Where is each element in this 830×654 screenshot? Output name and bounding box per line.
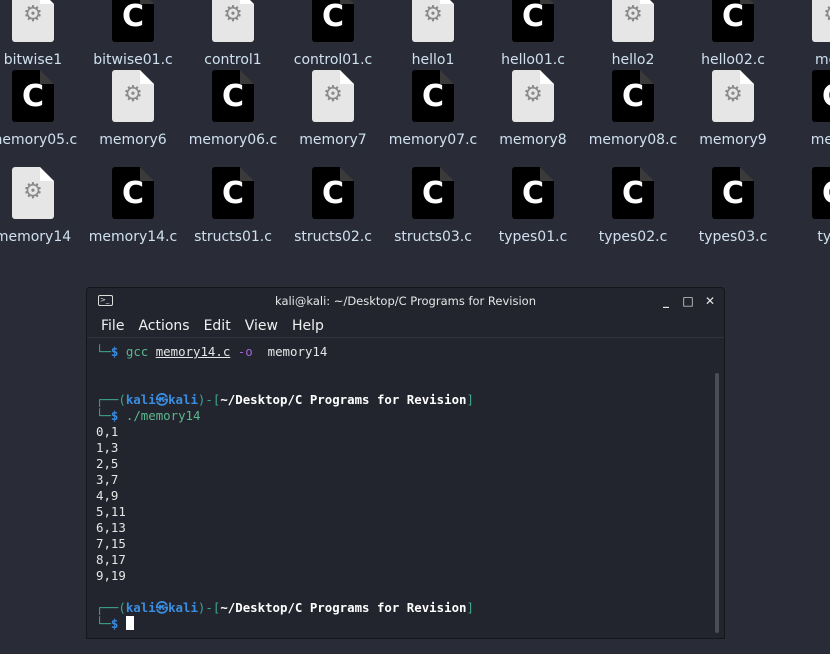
- output-line: 4,9: [96, 488, 119, 503]
- menu-bar: File Actions Edit View Help: [87, 314, 724, 338]
- file-label: memo: [810, 132, 830, 148]
- title-bar[interactable]: >_ kali@kali: ~/Desktop/C Programs for R…: [87, 288, 724, 314]
- c-file-icon: C: [812, 167, 830, 219]
- window-title: kali@kali: ~/Desktop/C Programs for Revi…: [274, 294, 536, 308]
- c-file-icon: C: [612, 167, 654, 219]
- minimize-button[interactable]: _: [660, 288, 672, 314]
- file-icon-item[interactable]: Cmemo: [783, 70, 830, 148]
- output-line: 9,19: [96, 568, 126, 583]
- c-file-icon: C: [212, 70, 254, 122]
- c-file-icon: C: [212, 167, 254, 219]
- menu-help[interactable]: Help: [292, 314, 324, 337]
- c-file-icon: C: [512, 167, 554, 219]
- c-file-icon: C: [312, 167, 354, 219]
- c-file-icon: C: [412, 167, 454, 219]
- executable-gear-icon: ⚙: [712, 70, 754, 122]
- c-file-icon: C: [712, 167, 754, 219]
- output-line: 2,5: [96, 456, 119, 471]
- maximize-button[interactable]: □: [682, 288, 694, 314]
- command-line: └─$ gcc memory14.c -o memory14: [96, 344, 328, 359]
- output-line: 7,15: [96, 536, 126, 551]
- output-line: 0,1: [96, 424, 119, 439]
- c-file-icon: C: [112, 167, 154, 219]
- file-icon-item[interactable]: ⚙ mem: [783, 0, 830, 68]
- terminal-output[interactable]: └─$ gcc memory14.c -o memory14 ┌──(kali㉿…: [96, 344, 474, 632]
- menu-actions[interactable]: Actions: [138, 314, 189, 337]
- executable-gear-icon: ⚙: [12, 0, 54, 42]
- c-file-icon: C: [412, 70, 454, 122]
- cursor: [125, 616, 134, 630]
- c-file-icon: C: [712, 0, 754, 42]
- menu-edit[interactable]: Edit: [204, 314, 231, 337]
- file-label: type: [817, 229, 830, 245]
- c-file-icon: C: [112, 0, 154, 42]
- executable-gear-icon: ⚙: [812, 0, 830, 42]
- executable-gear-icon: ⚙: [412, 0, 454, 42]
- close-button[interactable]: ✕: [704, 288, 716, 314]
- menu-file[interactable]: File: [101, 314, 124, 337]
- executable-gear-icon: ⚙: [112, 70, 154, 122]
- menu-view[interactable]: View: [245, 314, 278, 337]
- input-line[interactable]: └─$: [96, 616, 474, 632]
- output-line: 5,11: [96, 504, 126, 519]
- scrollbar[interactable]: [715, 373, 719, 633]
- output-line: 1,3: [96, 440, 119, 455]
- output-line: 6,13: [96, 520, 126, 535]
- executable-gear-icon: ⚙: [212, 0, 254, 42]
- c-file-icon: C: [512, 0, 554, 42]
- executable-gear-icon: ⚙: [12, 167, 54, 219]
- prompt-line: ┌──(kali㉿kali)-[~/Desktop/C Programs for…: [96, 600, 474, 615]
- c-file-icon: C: [12, 70, 54, 122]
- file-icon-item[interactable]: Ctype: [783, 167, 830, 245]
- executable-gear-icon: ⚙: [512, 70, 554, 122]
- file-label: mem: [815, 52, 830, 68]
- terminal-window[interactable]: >_ kali@kali: ~/Desktop/C Programs for R…: [86, 287, 725, 639]
- prompt-line: ┌──(kali㉿kali)-[~/Desktop/C Programs for…: [96, 392, 474, 407]
- c-file-icon: C: [812, 70, 830, 122]
- executable-gear-icon: ⚙: [612, 0, 654, 42]
- terminal-icon: >_: [98, 295, 113, 306]
- c-file-icon: C: [612, 70, 654, 122]
- command-line: └─$ ./memory14: [96, 408, 201, 423]
- c-file-icon: C: [312, 0, 354, 42]
- output-line: 8,17: [96, 552, 126, 567]
- output-line: 3,7: [96, 472, 119, 487]
- executable-gear-icon: ⚙: [312, 70, 354, 122]
